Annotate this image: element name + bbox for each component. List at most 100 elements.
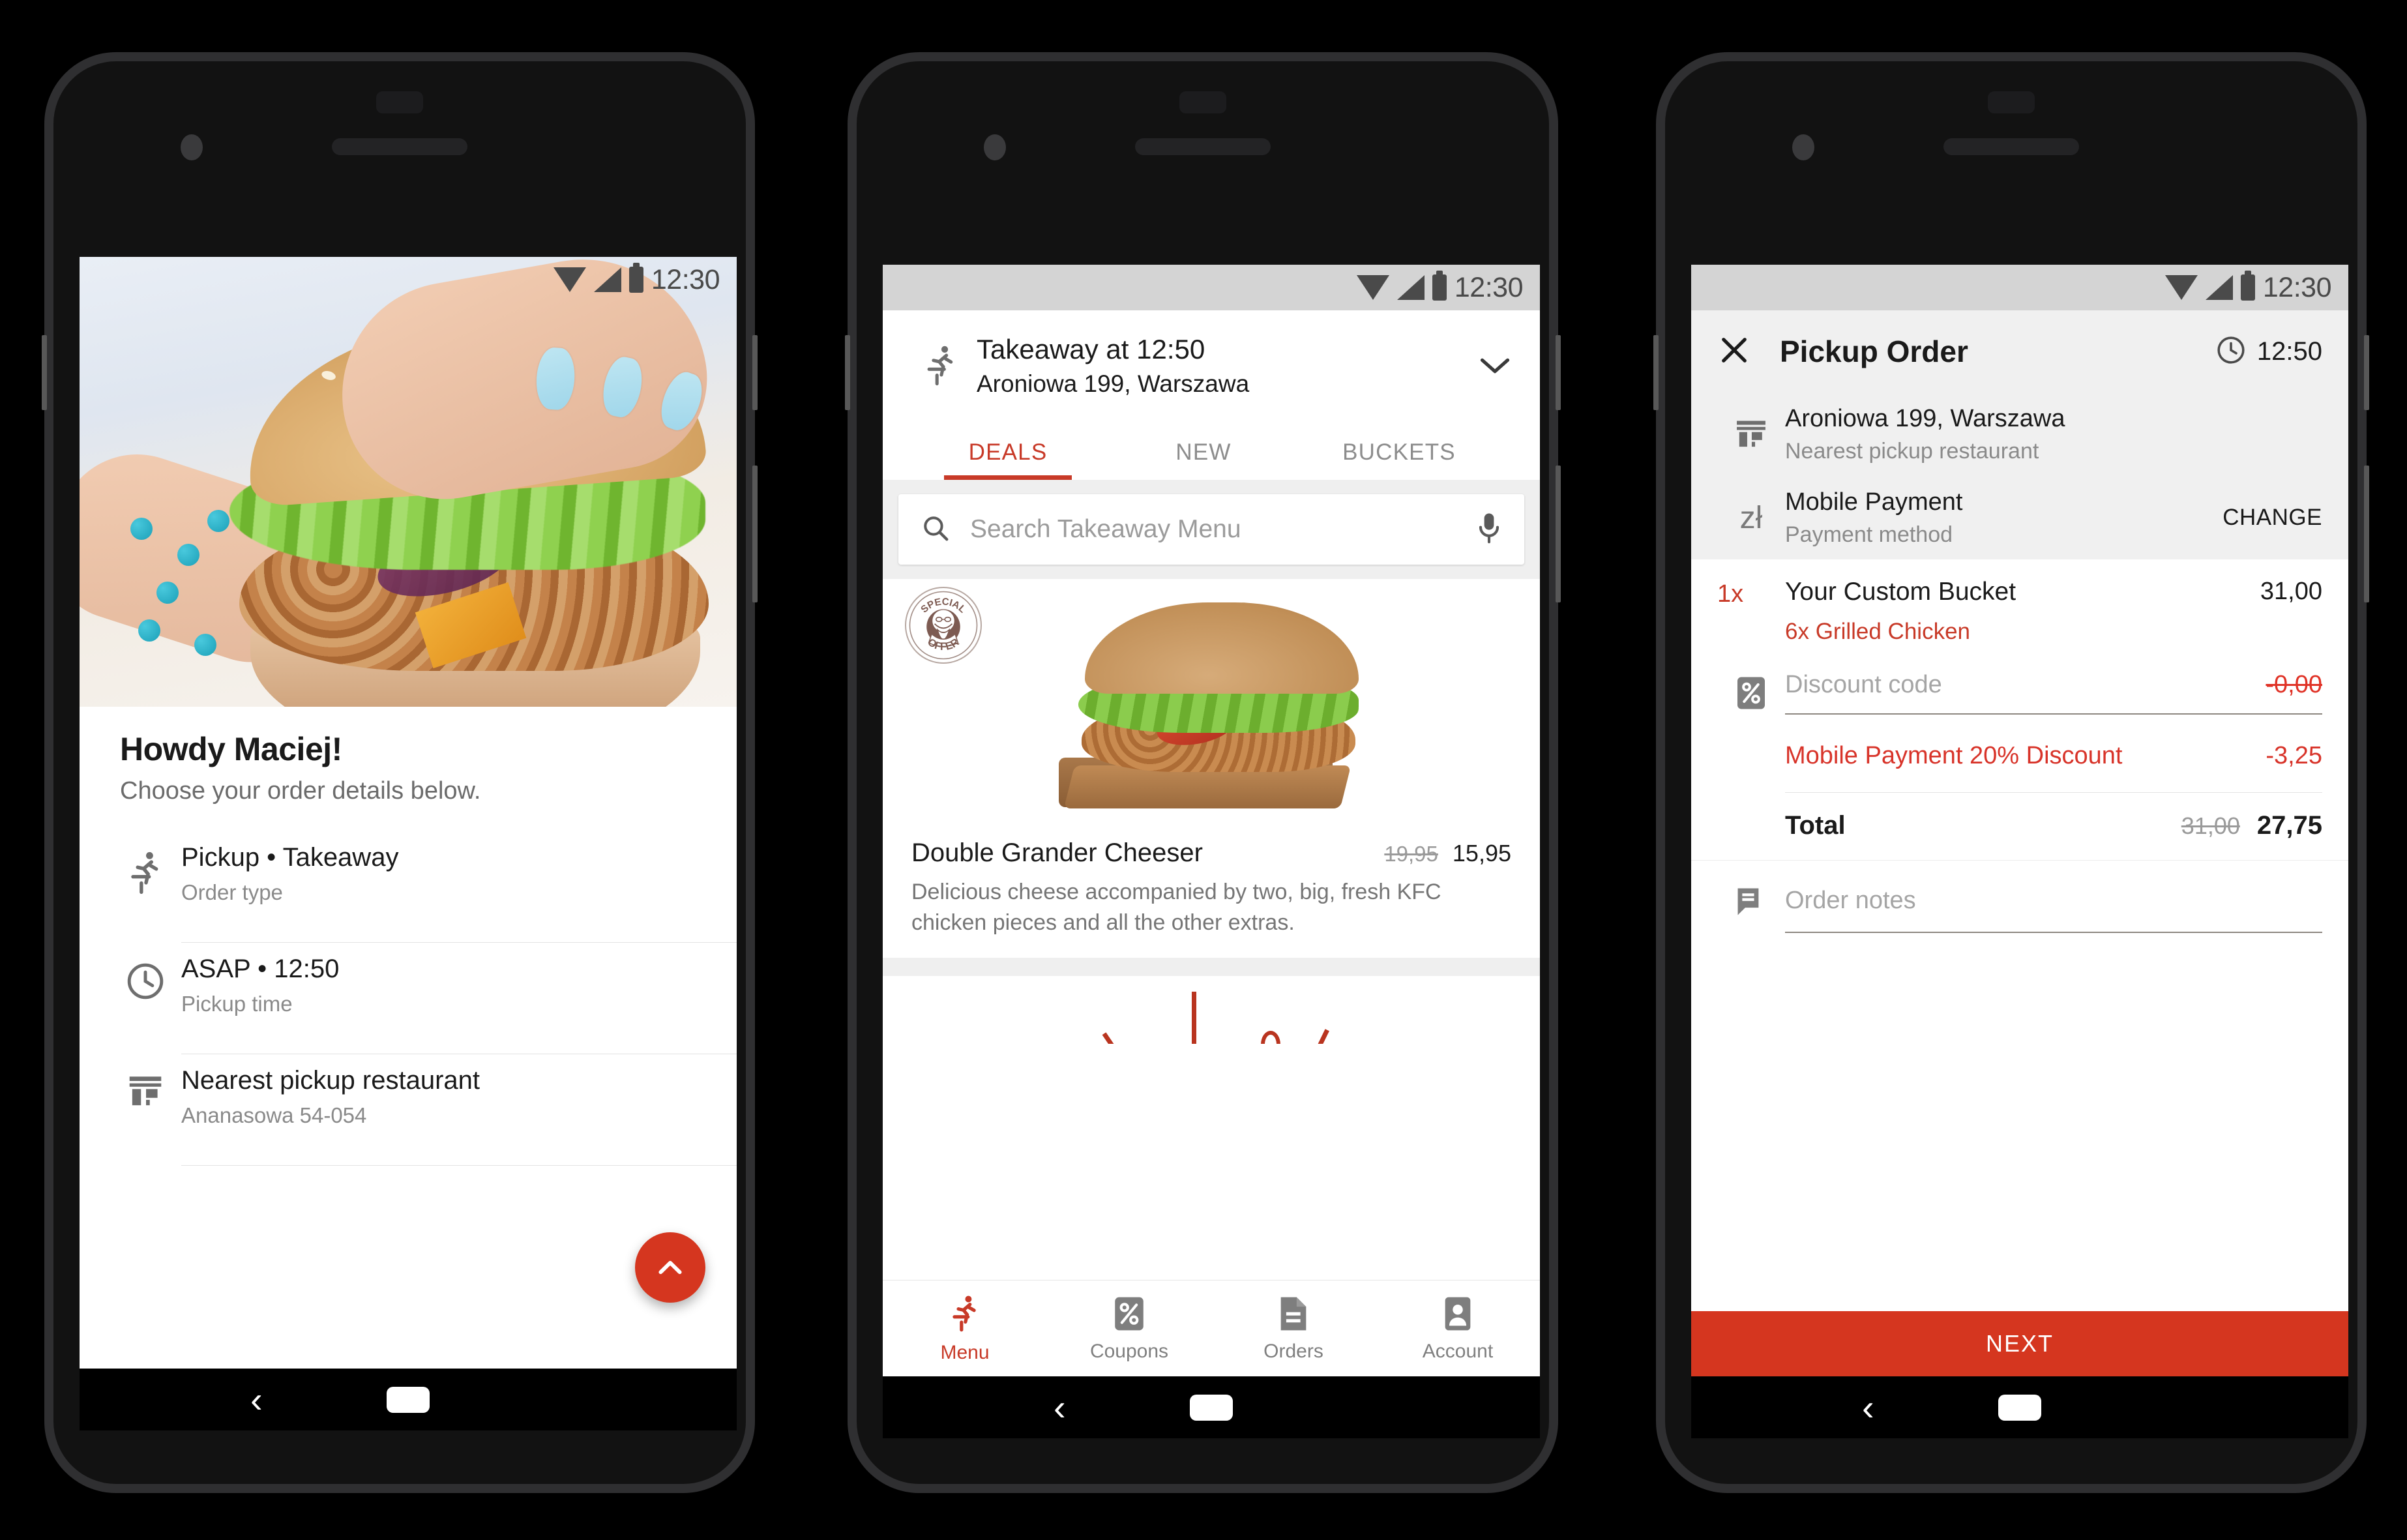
android-nav-bar-2: ‹ [883,1376,1540,1438]
order-line-item[interactable]: 1x Your Custom Bucket 31,00 [1691,559,2348,615]
partially-visible-next-row [80,1166,737,1207]
greeting-subtitle: Choose your order details below. [120,777,481,805]
next-button-label: NEXT [1985,1330,2054,1357]
volume-button[interactable] [2364,466,2369,602]
greeting-block: Howdy Maciej! Choose your order details … [80,707,737,805]
side-button-left[interactable] [1653,335,1659,410]
bottom-nav-menu[interactable]: Menu [883,1294,1047,1364]
nav-home-button[interactable] [1190,1394,1233,1421]
side-button-left[interactable] [845,335,850,410]
screen-3: 12:30 Pickup Order 12:50 Aroniowa 199, W… [1691,265,2348,1438]
front-camera [984,134,1006,160]
bottom-nav-label: Menu [940,1341,990,1363]
store-icon [1717,417,1785,452]
takeaway-selector[interactable]: Takeaway at 12:50 Aroniowa 199, Warszawa [905,330,1518,415]
tab-buckets[interactable]: BUCKETS [1301,439,1497,480]
nav-back-button[interactable]: ‹ [1862,1389,1874,1426]
power-button[interactable] [1556,335,1561,410]
status-bar-3: 12:30 [1691,265,2348,310]
product-card[interactable]: SPECIAL OFFER Double Grander Cheeser 19,… [883,579,1540,958]
tab-deals[interactable]: DEALS [910,439,1106,480]
promo-label: Mobile Payment 20% Discount [1785,742,2123,769]
detail-main: Aroniowa 199, Warszawa [1785,404,2065,432]
page-title: Pickup Order [1780,334,1968,368]
item-quantity: 1x [1717,580,1744,608]
android-nav-bar-1: ‹ [80,1369,737,1430]
nav-home-button[interactable] [1998,1394,2041,1421]
order-row-sub: Order type [181,880,283,904]
battery-icon [1432,271,1447,301]
earpiece-speaker [1135,138,1271,155]
nav-back-button[interactable]: ‹ [1054,1389,1066,1426]
nav-back-button[interactable]: ‹ [250,1381,263,1418]
store-icon [110,1054,181,1110]
order-row-pickup-time[interactable]: ASAP • 12:50 Pickup time [80,943,737,1054]
status-bar-time: 12:30 [1454,271,1524,303]
order-notes-input[interactable]: Order notes [1785,870,2322,933]
phone-device-1: 12:30 Howdy Maciej! Choose your order de… [42,52,758,1493]
power-button[interactable] [752,335,758,410]
scroll-up-fab[interactable] [635,1232,705,1303]
order-details-list: Pickup • Takeaway Order type ASAP • 12:5… [80,831,737,1207]
clock-icon [2215,334,2247,369]
menu-header: Takeaway at 12:50 Aroniowa 199, Warszawa… [883,310,1540,480]
discount-code-input[interactable]: Discount code -0,00 [1785,671,2322,715]
phone-notch [1988,91,2035,113]
screen-2: 12:30 Takeaway at 12:50 Aroniowa 199, Wa… [883,265,1540,1438]
discount-code-row[interactable]: Discount code -0,00 [1691,645,2348,715]
change-payment-button[interactable]: CHANGE [2222,505,2322,531]
search-placeholder: Search Takeaway Menu [970,515,1241,543]
earpiece-speaker [1943,138,2079,155]
menu-tabs: DEALS NEW BUCKETS [905,415,1518,480]
order-row-main: Pickup • Takeaway [181,843,399,872]
colonel-sanders-icon: SPECIAL OFFER [909,591,978,660]
tab-new[interactable]: NEW [1106,439,1301,480]
chevron-down-icon[interactable] [1472,355,1518,376]
order-row-restaurant[interactable]: Nearest pickup restaurant Ananasowa 54-0… [80,1054,737,1165]
product-description: Delicious cheese accompanied by two, big… [911,880,1441,935]
power-button[interactable] [2364,335,2369,410]
android-nav-bar-3: ‹ [1691,1376,2348,1438]
wifi-icon [553,267,586,292]
search-icon [921,513,951,546]
close-icon[interactable] [1717,333,1751,370]
bottom-nav-label: Coupons [1089,1340,1169,1362]
wifi-icon [2164,275,2198,300]
detail-row-payment[interactable]: zł Mobile Payment Payment method CHANGE [1691,476,2348,559]
product-name: Double Grander Cheeser [911,838,1203,867]
order-row-order-type[interactable]: Pickup • Takeaway Order type [80,831,737,942]
bottom-nav-coupons[interactable]: Coupons [1047,1295,1211,1363]
bottom-nav-account[interactable]: Account [1376,1295,1540,1363]
detail-row-restaurant[interactable]: Aroniowa 199, Warszawa Nearest pickup re… [1691,392,2348,476]
order-row-main: Nearest pickup restaurant [181,1066,480,1095]
wifi-icon [1356,275,1389,300]
comment-icon [1717,885,1785,918]
status-bar-time: 12:30 [651,263,720,295]
side-button-left[interactable] [42,335,47,410]
clock-icon [110,943,181,1001]
item-option: 6x Grilled Chicken [1785,619,1970,644]
detail-main: Mobile Payment [1785,488,1963,516]
total-row: Total 31,00 27,75 [1691,793,2348,860]
signal-icon [1396,275,1425,300]
next-product-partial[interactable] [883,975,1540,1044]
volume-button[interactable] [1556,466,1561,602]
bottom-nav-orders[interactable]: Orders [1211,1295,1376,1363]
discount-code-placeholder: Discount code [1785,671,1942,698]
signal-icon [2205,275,2233,300]
runner-icon [952,1295,976,1331]
mic-icon[interactable] [1476,511,1502,548]
front-camera [181,134,203,160]
order-row-sub: Pickup time [181,992,293,1016]
bottom-navigation: Menu Coupons Orders Account [883,1280,1540,1376]
product-new-price: 15,95 [1452,840,1511,866]
item-name: Your Custom Bucket [1785,578,2016,606]
total-label: Total [1785,811,1846,840]
order-notes-row[interactable]: Order notes [1691,860,2348,933]
next-button[interactable]: NEXT [1691,1311,2348,1376]
nav-home-button[interactable] [387,1386,430,1413]
volume-button[interactable] [752,466,758,602]
search-input[interactable]: Search Takeaway Menu [898,494,1524,565]
order-row-main: ASAP • 12:50 [181,955,340,983]
order-notes-placeholder: Order notes [1785,887,1916,914]
